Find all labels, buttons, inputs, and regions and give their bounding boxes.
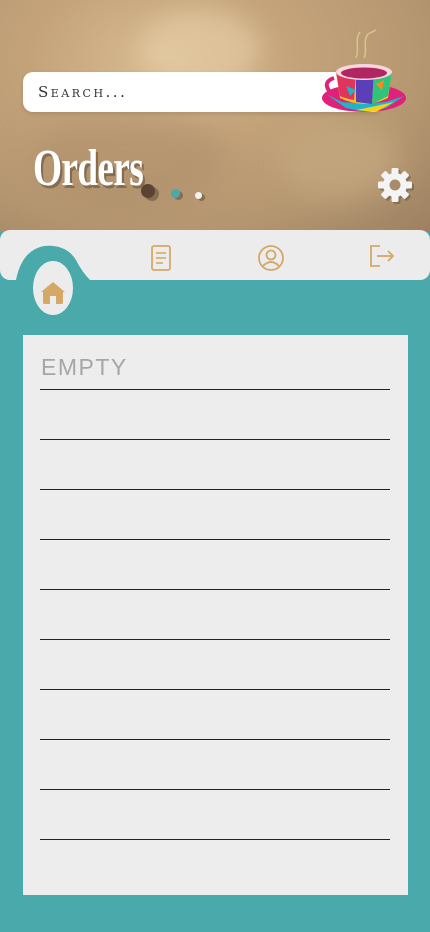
orders-list: EMPTY xyxy=(23,335,408,895)
list-row-divider xyxy=(40,839,390,840)
carousel-dot[interactable] xyxy=(171,189,180,198)
list-row-divider xyxy=(40,589,390,590)
app-screen: Search... Orders EMPTY xyxy=(0,0,430,932)
carousel-dot[interactable] xyxy=(195,192,202,199)
tab-orders[interactable] xyxy=(147,244,175,272)
list-row-divider xyxy=(40,789,390,790)
list-row-divider xyxy=(40,689,390,690)
gear-icon[interactable] xyxy=(375,165,415,205)
list-row-divider xyxy=(40,439,390,440)
list-row-divider xyxy=(40,389,390,390)
tab-profile[interactable] xyxy=(257,244,285,272)
carousel-dot-active[interactable] xyxy=(141,184,155,198)
page-title: Orders xyxy=(33,140,144,197)
tab-home[interactable] xyxy=(0,244,110,324)
header-banner: Search... Orders xyxy=(0,0,430,232)
empty-state-label: EMPTY xyxy=(41,354,128,380)
search-placeholder: Search... xyxy=(38,83,128,101)
list-row-divider xyxy=(40,639,390,640)
list-row-divider xyxy=(40,739,390,740)
list-row-divider xyxy=(40,489,390,490)
list-row-divider xyxy=(40,539,390,540)
tab-logout[interactable] xyxy=(367,242,395,270)
coffee-cup-logo-icon xyxy=(322,29,406,112)
